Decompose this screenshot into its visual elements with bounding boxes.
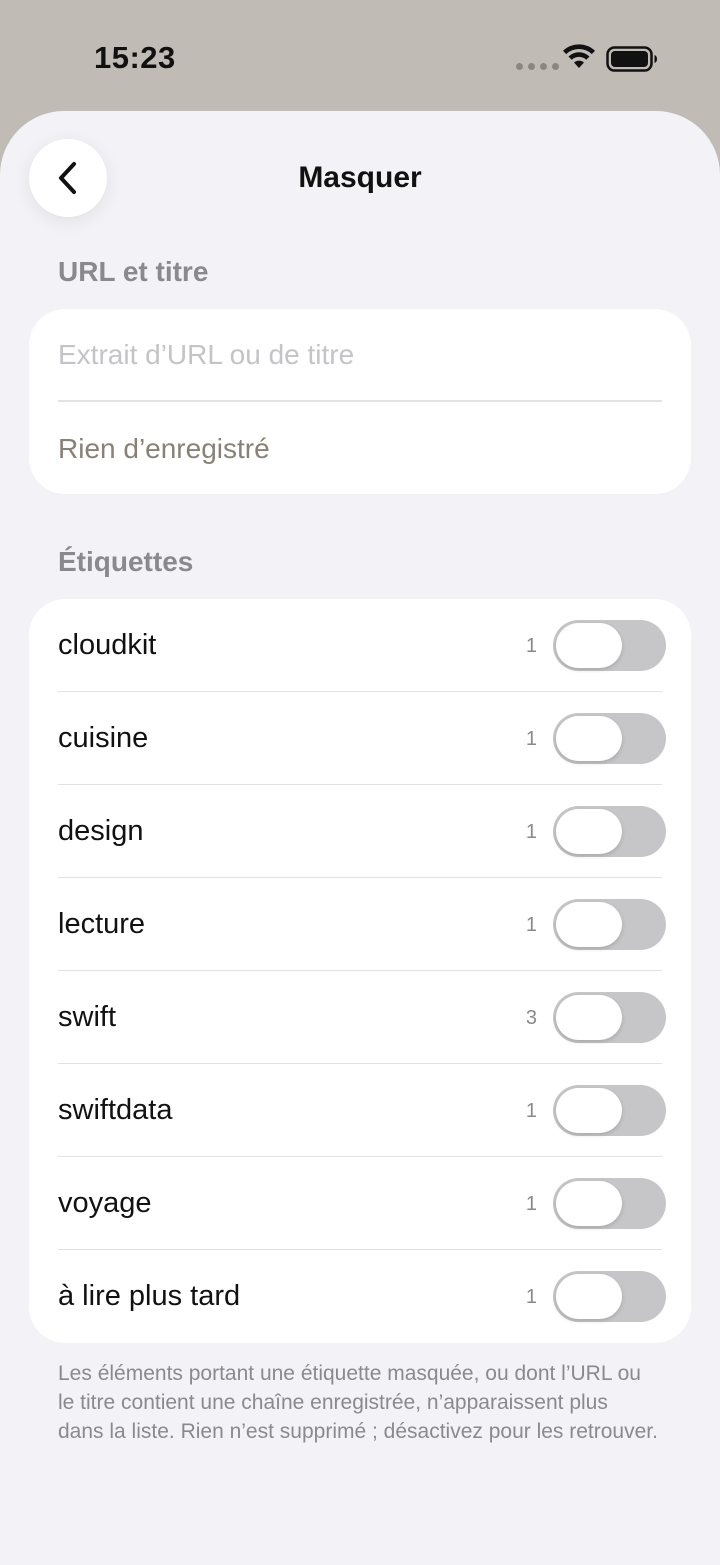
page-title: Masquer	[298, 161, 422, 194]
tag-toggle-lecture[interactable]	[553, 899, 666, 950]
section-header-tags: Étiquettes	[58, 546, 194, 577]
tag-count: 1	[525, 728, 537, 750]
status-time: 15:23	[94, 40, 176, 75]
tag-label: cloudkit	[58, 629, 157, 661]
toggle-knob	[556, 809, 622, 854]
tag-label: design	[58, 815, 144, 847]
tag-count: 1	[525, 1100, 537, 1122]
tag-row-cuisine: cuisine 1	[29, 692, 691, 785]
tag-count: 1	[525, 635, 537, 657]
divider	[58, 400, 662, 402]
tag-count: 3	[525, 1007, 537, 1029]
tag-row-a-lire-plus-tard: à lire plus tard 1	[29, 1250, 691, 1343]
tag-label: swiftdata	[58, 1094, 173, 1126]
tag-row-lecture: lecture 1	[29, 878, 691, 971]
status-bar: 15:23	[0, 0, 720, 112]
tags-card: cloudkit 1 cuisine 1 design 1 lecture 1 …	[29, 599, 691, 1343]
tag-toggle-swiftdata[interactable]	[553, 1085, 666, 1136]
url-card: Rien d’enregistré	[29, 309, 691, 494]
tag-toggle-cuisine[interactable]	[553, 713, 666, 764]
section-header-url: URL et titre	[58, 256, 209, 287]
tag-count: 1	[525, 1286, 537, 1308]
tag-count: 1	[525, 821, 537, 843]
tag-label: à lire plus tard	[58, 1280, 241, 1312]
tag-count: 1	[525, 1193, 537, 1215]
toggle-knob	[556, 716, 622, 761]
tag-toggle-a-lire-plus-tard[interactable]	[553, 1271, 666, 1322]
tag-row-swift: swift 3	[29, 971, 691, 1064]
toggle-knob	[556, 1088, 622, 1133]
tag-toggle-cloudkit[interactable]	[553, 620, 666, 671]
toggle-knob	[556, 1181, 622, 1226]
toggle-knob	[556, 1274, 622, 1319]
footer-note: Les éléments portant une étiquette masqu…	[58, 1362, 658, 1443]
signal-dots-icon	[516, 63, 559, 70]
empty-state-text: Rien d’enregistré	[58, 433, 270, 464]
tag-row-voyage: voyage 1	[29, 1157, 691, 1250]
tag-row-cloudkit: cloudkit 1	[29, 599, 691, 692]
battery-icon	[606, 46, 657, 72]
tag-toggle-design[interactable]	[553, 806, 666, 857]
wifi-icon	[563, 44, 595, 68]
tag-label: swift	[58, 1001, 116, 1033]
tag-toggle-swift[interactable]	[553, 992, 666, 1043]
tag-row-swiftdata: swiftdata 1	[29, 1064, 691, 1157]
tag-toggle-voyage[interactable]	[553, 1178, 666, 1229]
sheet: Masquer URL et titre Rien d’enregistré É…	[0, 111, 720, 1565]
toggle-knob	[556, 995, 622, 1040]
toggle-knob	[556, 902, 622, 947]
url-title-input[interactable]	[58, 309, 662, 401]
tag-label: lecture	[58, 908, 146, 940]
tag-label: cuisine	[58, 722, 149, 754]
tag-count: 1	[525, 914, 537, 936]
toggle-knob	[556, 623, 622, 668]
tag-label: voyage	[58, 1187, 152, 1219]
tag-row-design: design 1	[29, 785, 691, 878]
